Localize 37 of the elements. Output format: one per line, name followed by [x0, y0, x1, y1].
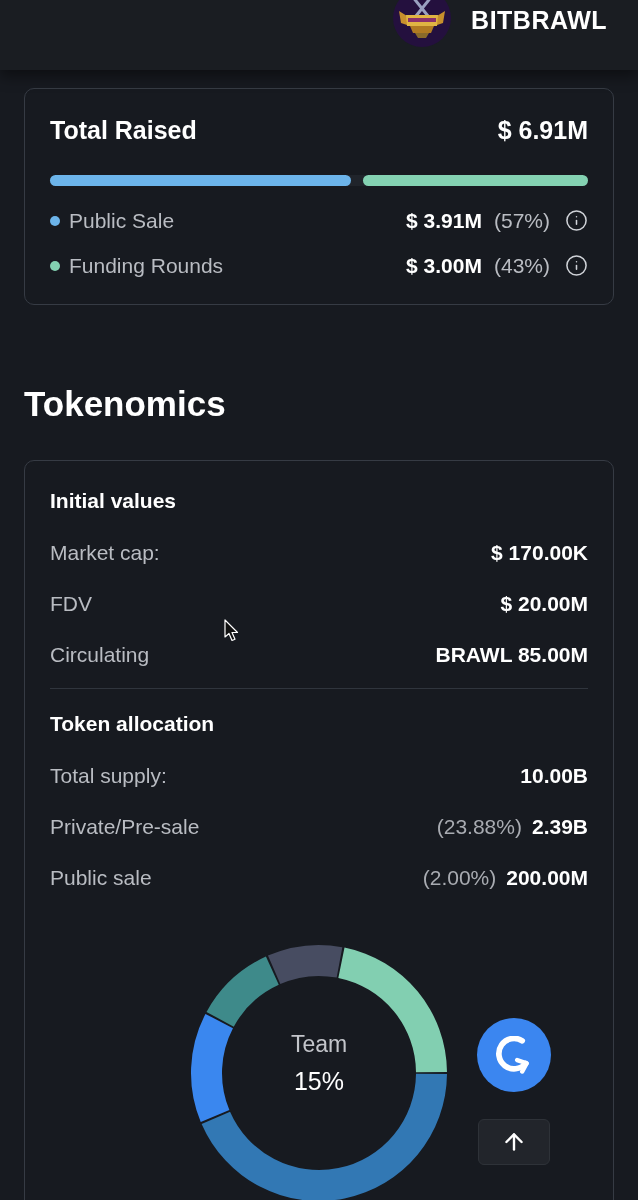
raised-percent: (43%) — [493, 252, 550, 279]
subsection-title: Initial values — [50, 488, 178, 514]
donut-slice[interactable] — [191, 1013, 233, 1122]
stat-label: Circulating — [50, 641, 150, 668]
donut-slice[interactable] — [201, 1073, 447, 1200]
stat-label: Public sale — [50, 864, 152, 891]
legend-label: Funding Rounds — [69, 252, 224, 279]
chart-center-value: 15% — [293, 1066, 344, 1097]
stat-label: FDV — [50, 590, 92, 617]
donut-slice[interactable] — [206, 956, 279, 1027]
stat-value: 10.00B — [520, 762, 588, 789]
stat-share: (2.00%) — [422, 864, 497, 891]
legend-label: Public Sale — [69, 207, 175, 234]
donut-slice[interactable] — [267, 945, 343, 985]
stat-label: Total supply: — [50, 762, 167, 789]
total-amount: $ 6.91M — [497, 115, 588, 147]
stat-value: $ 170.00K — [491, 539, 588, 566]
logo-icon — [393, 0, 452, 47]
card-title: Total Raised — [50, 115, 197, 147]
info-icon[interactable] — [565, 209, 588, 232]
mouse-pointer-icon — [224, 619, 240, 642]
chart-center-label: Team — [290, 1030, 348, 1059]
section-heading: Tokenomics — [24, 383, 227, 425]
scroll-top-button[interactable] — [478, 1119, 550, 1165]
stat-value: 2.39B — [531, 813, 588, 840]
info-icon[interactable] — [565, 254, 588, 277]
subsection-title: Token allocation — [50, 711, 216, 737]
raised-amount: $ 3.00M — [406, 252, 482, 279]
raised-amount: $ 3.91M — [406, 207, 482, 234]
stat-value: 200.00M — [506, 864, 588, 891]
stat-label: Private/Pre-sale — [50, 813, 200, 840]
stat-share: (23.88%) — [436, 813, 522, 840]
raised-percent: (57%) — [493, 207, 550, 234]
brand-name: BITBRAWL — [471, 5, 607, 35]
stat-value: BRAWL 85.00M — [435, 641, 588, 668]
stat-value: $ 20.00M — [500, 590, 588, 617]
stat-label: Market cap: — [50, 539, 160, 566]
